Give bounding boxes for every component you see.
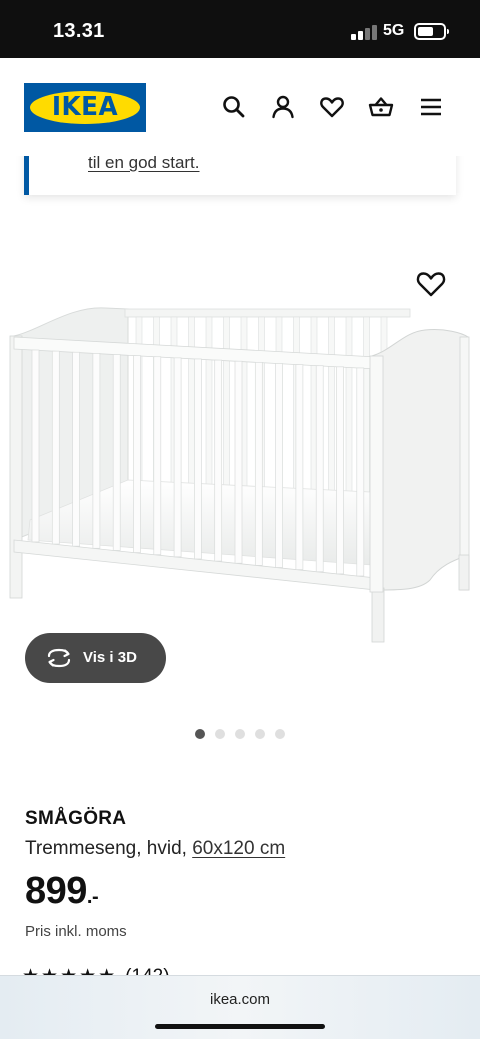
ikea-logo[interactable]: IKEA (24, 83, 146, 132)
product-description: Tremmeseng, hvid, 60x120 cm (25, 838, 285, 860)
price-value: 899 (25, 870, 87, 912)
status-bar: 13.31 5G (0, 0, 480, 58)
crib-image[interactable] (0, 250, 480, 650)
crib-front-slat (336, 366, 344, 575)
signal-icon (351, 24, 377, 40)
crib-front-slat (295, 364, 304, 570)
crib-front-slat (153, 356, 162, 556)
network-label: 5G (383, 22, 405, 39)
crib-front-slat (275, 363, 283, 568)
crib-front-slat (173, 357, 182, 558)
price-note: Pris inkl. moms (25, 923, 127, 940)
notice-link[interactable]: til en god start. (88, 153, 200, 173)
crib-front-slat (72, 351, 80, 547)
crib-front-slat (31, 349, 40, 543)
crib-front-slat (234, 360, 243, 564)
crib-back-slat (363, 316, 370, 496)
crib-back-slat (205, 316, 213, 496)
logo-wordmark: IKEA (51, 92, 119, 122)
site-header: IKEA (0, 58, 480, 156)
product-price: 899.- (25, 870, 99, 913)
crib-front-slat (214, 359, 223, 562)
crib-back-slat (328, 316, 335, 496)
carousel-dot[interactable] (275, 729, 285, 739)
crib-back-slat (223, 316, 230, 496)
heart-icon[interactable] (319, 94, 345, 120)
crib-front-slat (92, 353, 101, 549)
browser-address-bar[interactable]: ikea.com (0, 975, 480, 1039)
view-3d-button[interactable]: Vis i 3D (25, 633, 166, 683)
crib-front-slat (51, 350, 60, 545)
crib-back-slat (188, 316, 195, 496)
carousel-dot[interactable] (195, 729, 205, 739)
search-icon[interactable] (221, 94, 247, 120)
menu-icon[interactable] (418, 94, 444, 120)
price-suffix: .- (86, 886, 99, 908)
crib-front-slat (315, 365, 324, 573)
url-label: ikea.com (209, 991, 271, 1008)
carousel-dot[interactable] (215, 729, 225, 739)
rotate-3d-icon (47, 648, 71, 668)
crib-back-slat (345, 316, 353, 496)
crib-front-slat (112, 354, 121, 551)
home-indicator (155, 1024, 325, 1029)
product-size-link[interactable]: 60x120 cm (192, 838, 285, 859)
user-icon[interactable] (270, 94, 296, 120)
crib-front-slat (254, 361, 263, 566)
favorite-heart-icon[interactable] (414, 269, 448, 299)
product-description-text: Tremmeseng, hvid, (25, 838, 187, 859)
product-name: SMÅGÖRA (25, 808, 127, 829)
crib-front-slat (356, 367, 365, 577)
view-3d-label: Vis i 3D (83, 649, 137, 666)
basket-icon[interactable] (368, 94, 394, 120)
battery-icon (414, 23, 449, 40)
crib-front-slat (194, 358, 202, 560)
carousel-dot[interactable] (255, 729, 265, 739)
status-time: 13.31 (53, 20, 105, 42)
crib-front-slat (133, 355, 141, 553)
carousel-dot[interactable] (235, 729, 245, 739)
